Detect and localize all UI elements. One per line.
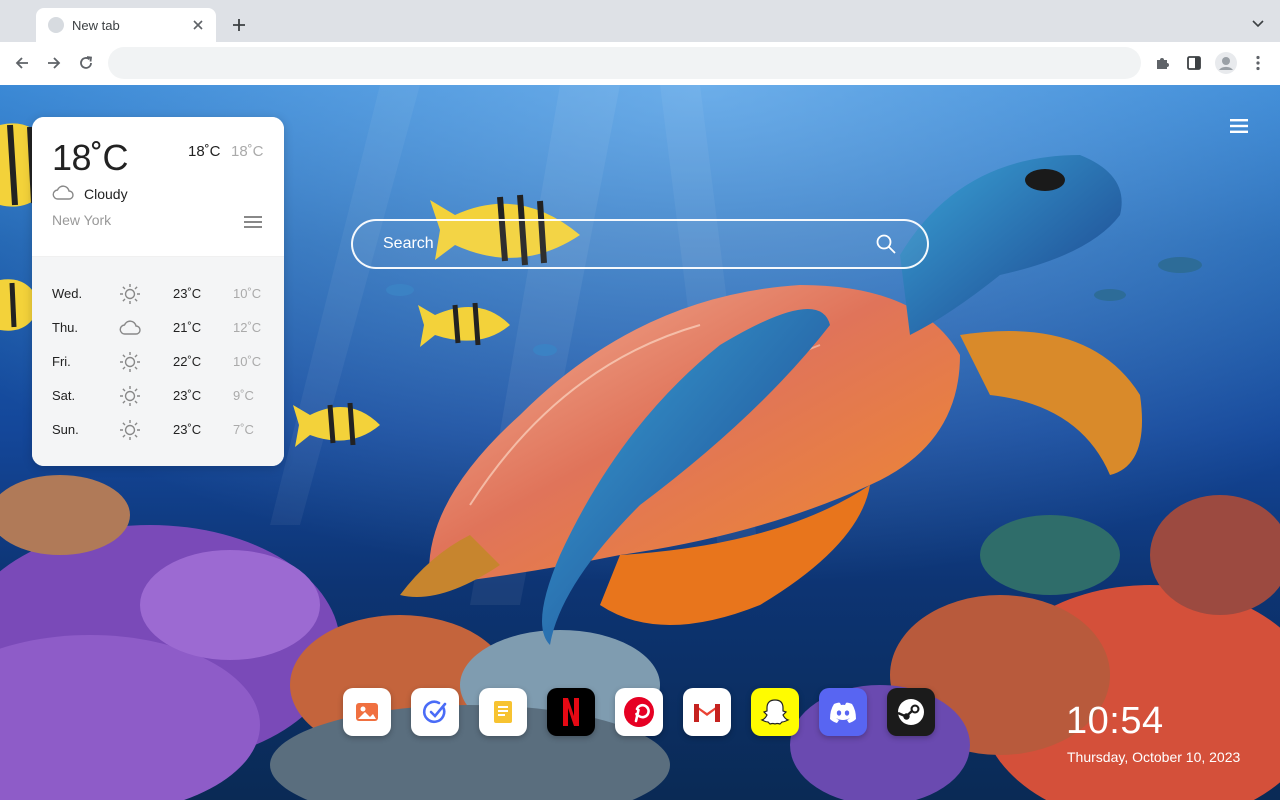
forecast-day: Wed.	[52, 286, 83, 301]
search-bar[interactable]	[351, 219, 929, 269]
forecast-low: 7˚C	[233, 422, 254, 437]
forecast-row: Wed. 23˚C 10˚C	[32, 277, 284, 311]
low-temperature: 18˚C	[231, 143, 264, 160]
app-dock	[343, 688, 939, 738]
weather-condition: Cloudy	[84, 186, 128, 202]
new-tab-page: 18˚C 18˚C 18˚C Cloudy New York Wed. 23˚C…	[0, 85, 1280, 800]
forecast-day: Fri.	[52, 354, 71, 369]
forecast-row: Sat. 23˚C 9˚C	[32, 379, 284, 413]
app-notes[interactable]	[479, 688, 527, 736]
back-arrow-icon[interactable]	[10, 51, 34, 75]
high-temperature: 18˚C	[188, 143, 221, 160]
app-snapchat[interactable]	[751, 688, 799, 736]
forecast-low: 10˚C	[233, 354, 262, 369]
app-netflix[interactable]	[547, 688, 595, 736]
puzzle-icon[interactable]	[1150, 51, 1174, 75]
sun-icon	[120, 352, 140, 372]
forecast-day: Thu.	[52, 320, 79, 335]
weather-current: 18˚C 18˚C 18˚C Cloudy New York	[32, 117, 284, 256]
app-gmail[interactable]	[683, 688, 731, 736]
app-steam[interactable]	[887, 688, 935, 736]
forecast-high: 23˚C	[173, 286, 202, 301]
netflix-icon	[563, 698, 579, 726]
tab-new-tab[interactable]: New tab	[36, 8, 216, 42]
reload-icon[interactable]	[74, 51, 98, 75]
pinterest-icon	[624, 697, 654, 727]
forecast-row: Fri. 22˚C 10˚C	[32, 345, 284, 379]
clock-date: Thursday, October 10, 2023	[1067, 749, 1241, 765]
tab-favicon-icon	[48, 17, 64, 33]
sun-icon	[120, 420, 140, 440]
app-tasks[interactable]	[411, 688, 459, 736]
hamburger-menu-icon[interactable]	[1226, 115, 1252, 137]
weather-forecast: Wed. 23˚C 10˚C Thu. 21˚C 12˚C Fri. 22˚C …	[32, 257, 284, 466]
forecast-day: Sat.	[52, 388, 76, 403]
search-input[interactable]	[383, 221, 873, 267]
gmail-icon	[694, 704, 720, 722]
forecast-row: Sun. 23˚C 7˚C	[32, 413, 284, 447]
forecast-day: Sun.	[52, 422, 79, 437]
forecast-low: 9˚C	[233, 388, 254, 403]
forecast-high: 23˚C	[173, 388, 202, 403]
search-icon[interactable]	[875, 233, 897, 255]
clock-time: 10:54	[1066, 700, 1164, 742]
forecast-high: 21˚C	[173, 320, 202, 335]
steam-icon	[897, 699, 924, 725]
app-discord[interactable]	[819, 688, 867, 736]
sun-icon	[120, 284, 140, 304]
notes-icon	[494, 701, 512, 723]
weather-menu-icon[interactable]	[242, 213, 264, 231]
forecast-row: Thu. 21˚C 12˚C	[32, 311, 284, 345]
photos-icon	[356, 703, 378, 721]
tab-title: New tab	[72, 17, 120, 33]
sidepanel-icon[interactable]	[1182, 51, 1206, 75]
address-bar[interactable]	[108, 47, 1141, 79]
cloud-icon	[119, 320, 141, 335]
forecast-high: 23˚C	[173, 422, 202, 437]
tab-strip: New tab	[0, 0, 1280, 42]
sun-icon	[120, 386, 140, 406]
weather-widget[interactable]: 18˚C 18˚C 18˚C Cloudy New York Wed. 23˚C…	[32, 117, 284, 466]
current-temperature: 18˚C	[52, 137, 129, 178]
app-pinterest[interactable]	[615, 688, 663, 736]
forecast-high: 22˚C	[173, 354, 202, 369]
kebab-menu-icon[interactable]	[1246, 51, 1270, 75]
close-icon[interactable]	[190, 17, 206, 33]
weather-city: New York	[52, 212, 112, 228]
snapchat-icon	[760, 699, 790, 725]
browser-toolbar	[0, 42, 1280, 85]
forecast-low: 10˚C	[233, 286, 262, 301]
tasks-icon	[422, 700, 447, 724]
discord-icon	[830, 702, 856, 723]
forward-arrow-icon[interactable]	[42, 51, 66, 75]
plus-icon[interactable]	[228, 14, 250, 36]
chevron-down-icon[interactable]	[1248, 14, 1268, 34]
forecast-low: 12˚C	[233, 320, 262, 335]
app-photos[interactable]	[343, 688, 391, 736]
profile-icon[interactable]	[1214, 51, 1238, 75]
address-input[interactable]	[108, 47, 1141, 79]
cloud-icon	[52, 185, 74, 200]
